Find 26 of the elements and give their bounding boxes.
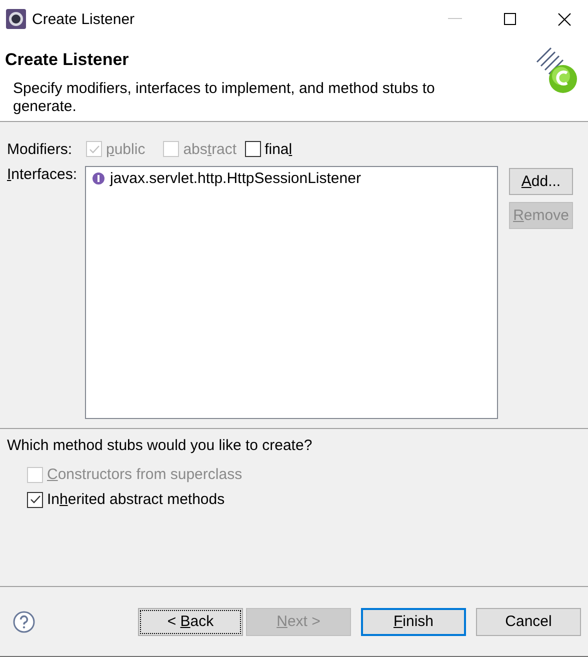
checkbox-label: final [264,140,292,158]
help-icon[interactable] [13,610,35,632]
button[interactable]: Add... [509,168,573,195]
app-icon [6,9,26,29]
page-description: Specify modifiers, interfaces to implement, and method stubs to generate. [13,80,436,116]
interface-name[interactable]: javax.servlet.http.HttpSessionListener [110,170,361,187]
checkbox-label: public [106,140,146,158]
window-title: Create Listener [32,10,135,28]
modifiers-label: Modifiers: [7,140,74,158]
checkmark-icon [88,144,100,154]
interfaces-label: Interfaces: [7,166,78,183]
interfaces-list[interactable]: javax.servlet.http.HttpSessionListener [85,166,498,419]
checkbox[interactable] [244,141,261,157]
interface-icon [92,172,105,185]
button[interactable]: Cancel [476,608,581,636]
checkbox-label: Inherited abstract methods [47,491,225,508]
checkbox-label: abstract [183,140,237,158]
checkbox-label: Constructors from superclass [47,466,242,483]
button[interactable]: < Back [138,608,243,636]
stubs-question: Which method stubs would you like to create? [7,437,314,454]
maximize-icon[interactable] [504,13,516,25]
checkbox[interactable] [27,492,43,508]
page-title: Create Listener [5,50,130,70]
checkmark-icon [30,495,40,504]
button[interactable]: Finish [361,608,466,636]
close-icon[interactable] [558,12,571,26]
